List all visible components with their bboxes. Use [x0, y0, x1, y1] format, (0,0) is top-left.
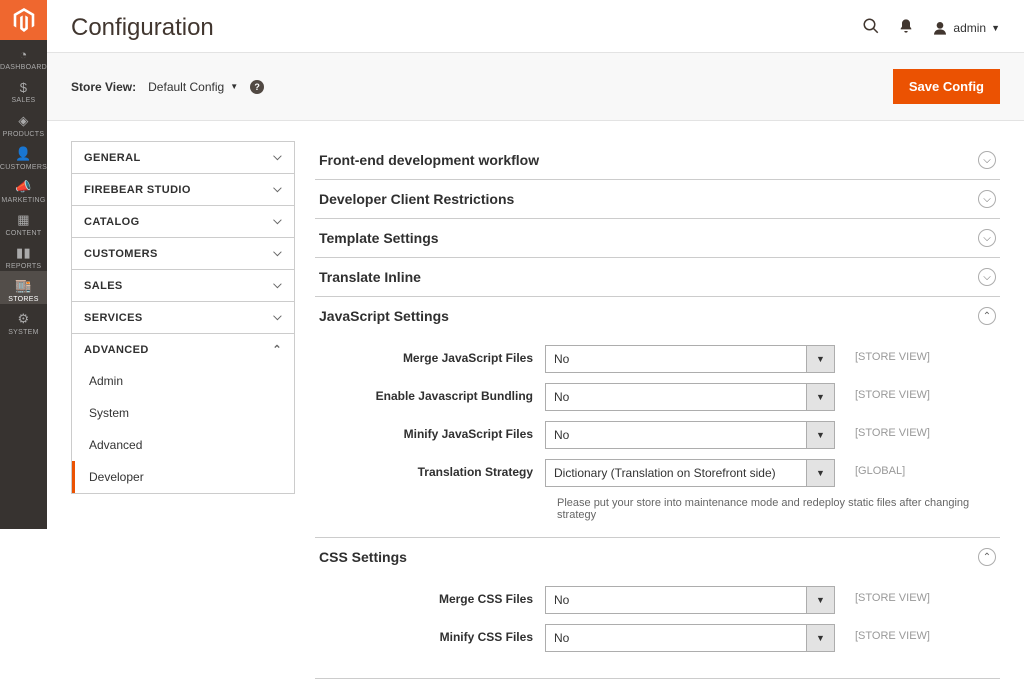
chevron-down-icon: ⌵	[273, 247, 282, 260]
sidebar-item-system[interactable]: ⚙SYSTEM	[0, 304, 47, 337]
chevron-down-icon: ▼	[991, 23, 1000, 33]
scope-label: [GLOBAL]	[835, 459, 905, 477]
chevron-up-icon: ⌃	[272, 343, 282, 356]
store-view-label: Store View:	[71, 80, 136, 94]
translation-strategy-note: Please put your store into maintenance m…	[557, 497, 1000, 521]
collapse-icon: ⌃	[978, 548, 996, 566]
sidebar-item-marketing[interactable]: 📣MARKETING	[0, 172, 47, 205]
expand-icon: ⌵	[978, 268, 996, 286]
merge-js-label: Merge JavaScript Files	[315, 345, 545, 365]
tab-firebear[interactable]: FIREBEAR STUDIO⌵	[72, 174, 294, 205]
store-view-bar: Store View: Default Config ▼ ? Save Conf…	[47, 52, 1024, 121]
chevron-down-icon: ⌵	[273, 215, 282, 228]
translation-strategy-select[interactable]: Dictionary (Translation on Storefront si…	[545, 459, 835, 487]
tab-advanced[interactable]: ADVANCED⌃	[72, 334, 294, 365]
chevron-down-icon: ⌵	[273, 279, 282, 292]
reports-icon: ▮▮	[16, 245, 31, 261]
merge-css-select[interactable]: No▼	[545, 586, 835, 614]
subtab-developer[interactable]: Developer	[72, 461, 294, 493]
notifications-icon[interactable]	[898, 18, 914, 39]
scope-label: [STORE VIEW]	[835, 421, 930, 439]
subtab-advanced[interactable]: Advanced	[72, 429, 294, 461]
section-javascript-settings[interactable]: JavaScript Settings⌃	[315, 297, 1000, 335]
scope-label: [STORE VIEW]	[835, 383, 930, 401]
scope-label: [STORE VIEW]	[835, 345, 930, 363]
section-css-settings[interactable]: CSS Settings⌃	[315, 538, 1000, 576]
tab-catalog[interactable]: CATALOG⌵	[72, 206, 294, 237]
chevron-down-icon: ▼	[806, 346, 834, 372]
products-icon: ◈	[18, 113, 28, 129]
sidebar-item-dashboard[interactable]: ◔DASHBOARD	[0, 40, 47, 73]
sidebar-item-content[interactable]: ▦CONTENT	[0, 205, 47, 238]
admin-user-menu[interactable]: admin ▼	[932, 20, 1000, 36]
sidebar-item-products[interactable]: ◈PRODUCTS	[0, 106, 47, 139]
section-frontend-workflow[interactable]: Front-end development workflow⌵	[315, 141, 1000, 179]
expand-icon: ⌵	[978, 229, 996, 247]
subtab-system[interactable]: System	[72, 397, 294, 429]
dashboard-icon: ◔	[19, 47, 27, 62]
merge-js-select[interactable]: No▼	[545, 345, 835, 373]
translation-strategy-label: Translation Strategy	[315, 459, 545, 479]
customers-icon: 👤	[15, 146, 32, 162]
chevron-down-icon: ▼	[806, 587, 834, 613]
tab-general[interactable]: GENERAL⌵	[72, 142, 294, 173]
sidebar-item-customers[interactable]: 👤CUSTOMERS	[0, 139, 47, 172]
user-icon	[932, 20, 948, 36]
search-icon[interactable]	[862, 17, 880, 40]
magento-logo-icon	[13, 8, 35, 32]
collapse-icon: ⌃	[978, 307, 996, 325]
marketing-icon: 📣	[15, 179, 32, 195]
bundle-js-select[interactable]: No▼	[545, 383, 835, 411]
admin-sidebar: ◔DASHBOARD $SALES ◈PRODUCTS 👤CUSTOMERS 📣…	[0, 0, 47, 529]
minify-js-select[interactable]: No▼	[545, 421, 835, 449]
chevron-down-icon: ⌵	[273, 311, 282, 324]
config-tabs: GENERAL⌵ FIREBEAR STUDIO⌵ CATALOG⌵ CUSTO…	[71, 141, 295, 679]
tab-sales[interactable]: SALES⌵	[72, 270, 294, 301]
system-icon: ⚙	[18, 311, 30, 327]
save-config-button[interactable]: Save Config	[893, 69, 1000, 104]
chevron-down-icon: ⌵	[273, 183, 282, 196]
chevron-down-icon: ▼	[806, 625, 834, 651]
content-icon: ▦	[17, 212, 30, 228]
expand-icon: ⌵	[978, 190, 996, 208]
section-translate-inline[interactable]: Translate Inline⌵	[315, 258, 1000, 296]
minify-css-select[interactable]: No▼	[545, 624, 835, 652]
store-view-select[interactable]: Default Config ▼	[148, 80, 238, 94]
section-client-restrictions[interactable]: Developer Client Restrictions⌵	[315, 180, 1000, 218]
tab-services[interactable]: SERVICES⌵	[72, 302, 294, 333]
subtab-admin[interactable]: Admin	[72, 365, 294, 397]
expand-icon: ⌵	[978, 151, 996, 169]
sidebar-item-stores[interactable]: 🏬STORES	[0, 271, 47, 304]
chevron-down-icon: ▼	[806, 460, 834, 486]
magento-logo[interactable]	[0, 0, 47, 40]
bundle-js-label: Enable Javascript Bundling	[315, 383, 545, 403]
scope-label: [STORE VIEW]	[835, 624, 930, 642]
page-header: Configuration admin ▼	[47, 0, 1024, 52]
minify-js-label: Minify JavaScript Files	[315, 421, 545, 441]
sidebar-item-reports[interactable]: ▮▮REPORTS	[0, 238, 47, 271]
page-title: Configuration	[71, 14, 214, 42]
section-template-settings[interactable]: Template Settings⌵	[315, 219, 1000, 257]
chevron-down-icon: ▼	[806, 384, 834, 410]
chevron-down-icon: ▼	[806, 422, 834, 448]
scope-label: [STORE VIEW]	[835, 586, 930, 604]
settings-panel: Front-end development workflow⌵ Develope…	[315, 141, 1000, 679]
merge-css-label: Merge CSS Files	[315, 586, 545, 606]
stores-icon: 🏬	[15, 278, 32, 294]
chevron-down-icon: ▼	[230, 82, 238, 91]
help-icon[interactable]: ?	[250, 80, 264, 94]
tab-customers[interactable]: CUSTOMERS⌵	[72, 238, 294, 269]
chevron-down-icon: ⌵	[273, 151, 282, 164]
sidebar-item-sales[interactable]: $SALES	[0, 73, 47, 106]
minify-css-label: Minify CSS Files	[315, 624, 545, 644]
sales-icon: $	[20, 80, 28, 95]
